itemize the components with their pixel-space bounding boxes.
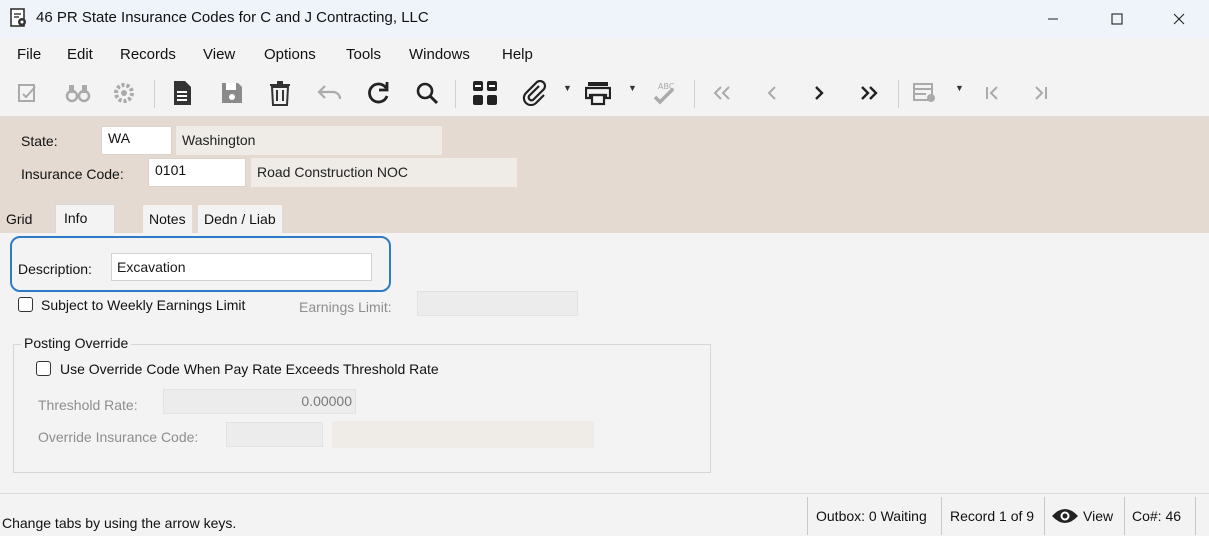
toolbar: ▼ ▼ ABC ▼ [0,72,1209,116]
refresh-icon[interactable] [362,77,394,109]
print-icon[interactable] [582,77,614,109]
override-insurance-code-desc [332,421,594,448]
eye-icon [1051,507,1079,528]
state-code-input[interactable]: WA [101,126,172,155]
undo-icon[interactable] [314,77,346,109]
view-options-icon[interactable] [909,77,941,109]
override-code-checkbox-label: Use Override Code When Pay Rate Exceeds … [60,361,439,377]
close-icon [1173,13,1185,25]
minimize-icon [1048,18,1058,20]
posting-override-legend: Posting Override [21,335,132,351]
menu-records[interactable]: Records [120,46,176,63]
weekly-limit-label: Subject to Weekly Earnings Limit [41,297,246,313]
search-icon[interactable] [411,77,443,109]
grid-layout-icon[interactable] [469,77,501,109]
maximize-icon [1111,13,1123,25]
last-page-icon[interactable] [1025,77,1057,109]
menu-options[interactable]: Options [264,46,316,63]
mode-indicator[interactable]: View [1083,508,1113,524]
menu-bar: File Edit Records View Options Tools Win… [0,38,1209,72]
status-message: Change tabs by using the arrow keys. [2,515,237,531]
weekly-limit-checkbox[interactable] [18,297,33,312]
description-label: Description: [18,261,92,277]
binoculars-icon[interactable] [62,77,94,109]
description-input[interactable]: Excavation [111,253,372,281]
menu-tools[interactable]: Tools [346,46,381,63]
save-icon[interactable] [216,77,248,109]
company-number: Co#: 46 [1132,508,1182,524]
first-record-icon[interactable] [706,77,738,109]
view-options-dropdown-icon[interactable]: ▼ [955,83,964,93]
state-label: State: [21,133,58,149]
first-page-icon[interactable] [976,77,1008,109]
record-counter: Record 1 of 9 [950,508,1035,524]
menu-help[interactable]: Help [502,46,533,63]
menu-file[interactable]: File [17,46,41,63]
state-name-field: Washington [176,126,442,155]
window-title: 46 PR State Insurance Codes for C and J … [36,9,429,26]
menu-windows[interactable]: Windows [409,46,470,63]
minimize-button[interactable] [1024,0,1082,38]
override-insurance-code-label: Override Insurance Code: [38,429,199,445]
outbox-status[interactable]: Outbox: 0 Waiting [816,508,927,524]
override-code-checkbox[interactable] [36,361,51,376]
tab-dedn-liab[interactable]: Dedn / Liab [198,205,282,233]
print-dropdown-icon[interactable]: ▼ [628,83,637,93]
previous-record-icon[interactable] [756,77,788,109]
last-record-icon[interactable] [853,77,885,109]
threshold-rate-input[interactable]: 0.00000 [163,389,356,414]
tab-grid[interactable]: Grid [0,205,38,233]
delete-trash-icon[interactable] [264,77,296,109]
document-gear-icon[interactable] [10,8,28,28]
gear-settings-icon[interactable] [108,77,140,109]
attach-dropdown-icon[interactable]: ▼ [563,83,572,93]
insurance-code-label: Insurance Code: [21,166,124,182]
earnings-limit-label: Earnings Limit: [299,299,392,315]
new-document-icon[interactable] [166,77,198,109]
spellcheck-icon[interactable]: ABC [648,77,680,109]
next-record-icon[interactable] [803,77,835,109]
insurance-code-input[interactable]: 0101 [148,158,246,187]
tab-info[interactable]: Info [55,204,115,233]
threshold-rate-label: Threshold Rate: [38,397,138,413]
close-button[interactable] [1150,0,1208,38]
tab-notes[interactable]: Notes [143,205,192,233]
menu-edit[interactable]: Edit [67,46,93,63]
maximize-button[interactable] [1088,0,1146,38]
menu-view[interactable]: View [203,46,235,63]
earnings-limit-input[interactable] [417,291,578,316]
override-insurance-code-input[interactable] [226,422,323,447]
checklist-icon[interactable] [12,77,44,109]
insurance-code-desc-field: Road Construction NOC [251,158,517,187]
attach-paperclip-icon[interactable] [518,77,550,109]
